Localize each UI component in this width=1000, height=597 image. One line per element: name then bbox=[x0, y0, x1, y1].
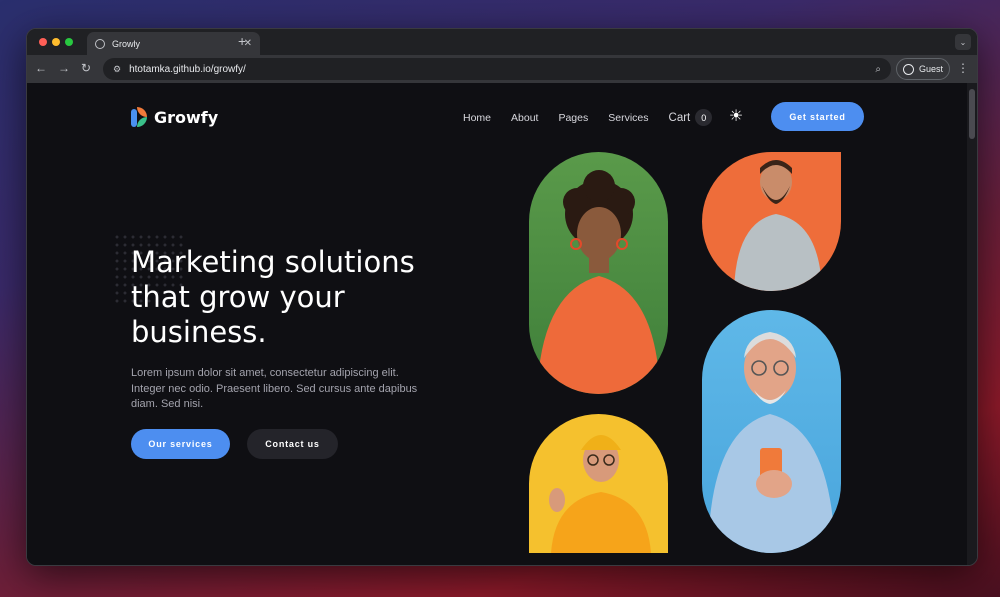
logo-icon bbox=[131, 107, 149, 127]
nav-about[interactable]: About bbox=[511, 112, 538, 124]
maximize-window-button[interactable] bbox=[65, 38, 73, 46]
photo-man-beanie bbox=[529, 414, 668, 553]
web-page: Growfy Home About Pages Services Cart 0 … bbox=[27, 83, 969, 565]
forward-button[interactable]: → bbox=[58, 61, 70, 75]
main-nav: Home About Pages Services Cart 0 bbox=[463, 109, 713, 126]
profile-button[interactable]: Guest bbox=[896, 58, 950, 80]
minimize-window-button[interactable] bbox=[52, 38, 60, 46]
tune-icon[interactable]: ⚙ bbox=[113, 64, 121, 75]
hero-headline: Marketing solutions that grow your busin… bbox=[131, 245, 415, 349]
address-bar[interactable]: ⚙ htotamka.github.io/growfy/ ⌕ bbox=[103, 58, 891, 80]
hero-lead: Lorem ipsum dolor sit amet, consectetur … bbox=[131, 367, 418, 410]
photo-older-man bbox=[702, 310, 841, 553]
tab-title: Growly bbox=[112, 38, 141, 49]
profile-label: Guest bbox=[918, 64, 943, 74]
contact-us-button[interactable]: Contact us bbox=[247, 429, 338, 459]
zoom-icon[interactable]: ⌕ bbox=[875, 64, 881, 75]
sun-icon[interactable]: ☀ bbox=[727, 108, 745, 126]
cart-button[interactable]: Cart 0 bbox=[669, 109, 713, 126]
nav-pages[interactable]: Pages bbox=[558, 112, 588, 124]
browser-menu-icon[interactable]: ⋮ bbox=[957, 61, 969, 75]
url-text[interactable]: htotamka.github.io/growfy/ bbox=[129, 64, 875, 75]
back-button[interactable]: ← bbox=[35, 61, 47, 75]
globe-icon bbox=[95, 38, 105, 49]
our-services-button[interactable]: Our services bbox=[131, 429, 230, 459]
brand-name: Growfy bbox=[154, 107, 219, 127]
nav-home[interactable]: Home bbox=[463, 112, 491, 124]
reload-button[interactable]: ↻ bbox=[81, 61, 91, 75]
cart-label: Cart bbox=[668, 111, 691, 124]
browser-window: Growly ✕ + ⌄ ← → ↻ ⚙ htotamka.github.io/… bbox=[26, 28, 978, 566]
browser-tab[interactable]: Growly ✕ bbox=[87, 32, 260, 55]
nav-services[interactable]: Services bbox=[608, 112, 648, 124]
browser-toolbar: ← → ↻ ⚙ htotamka.github.io/growfy/ ⌕ Gue… bbox=[27, 55, 977, 83]
new-tab-button[interactable]: + bbox=[238, 33, 246, 49]
close-window-button[interactable] bbox=[39, 38, 47, 46]
page-scrollbar[interactable] bbox=[967, 83, 977, 565]
photo-bearded-man bbox=[702, 152, 841, 291]
site-logo[interactable]: Growfy bbox=[131, 107, 218, 127]
scrollbar-thumb[interactable] bbox=[969, 89, 975, 139]
tab-bar: Growly ✕ + ⌄ bbox=[27, 29, 977, 55]
get-started-button[interactable]: Get started bbox=[771, 102, 864, 131]
profile-icon bbox=[902, 63, 914, 75]
tab-search-button[interactable]: ⌄ bbox=[955, 34, 971, 50]
photo-woman bbox=[529, 152, 668, 394]
cart-count-badge: 0 bbox=[695, 109, 713, 126]
